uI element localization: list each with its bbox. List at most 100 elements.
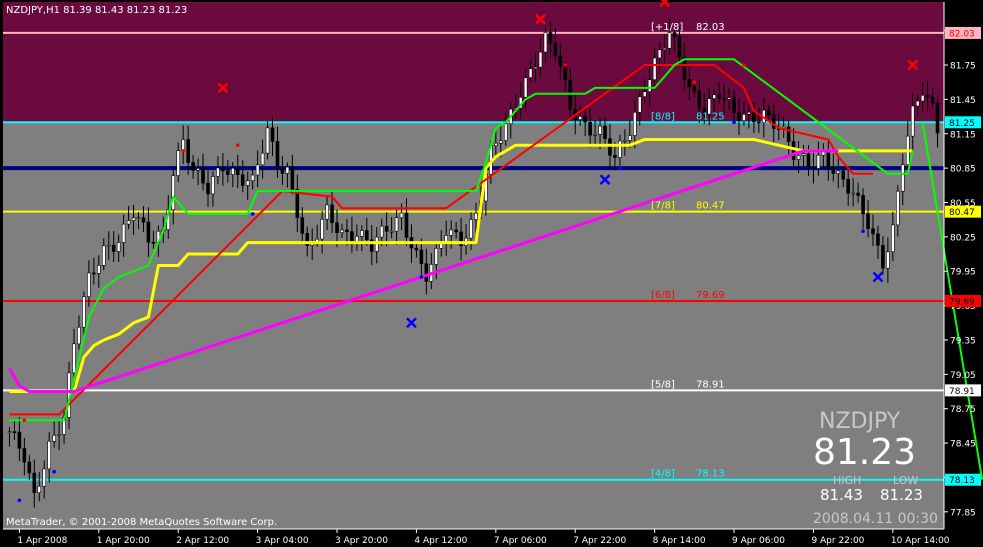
candle-body xyxy=(414,247,419,251)
candle-body xyxy=(37,485,42,494)
blue-dot xyxy=(52,469,56,474)
candle-body xyxy=(503,123,508,141)
candle-body xyxy=(151,241,156,244)
candle-body xyxy=(851,192,855,195)
candle-body xyxy=(345,229,349,232)
candle-body xyxy=(196,168,200,171)
candle-body xyxy=(752,111,756,123)
candle-body xyxy=(563,65,568,81)
candle-body xyxy=(657,49,662,59)
candle-body xyxy=(77,326,81,345)
candle-body xyxy=(131,217,136,221)
candle-body xyxy=(226,170,230,175)
candle-body xyxy=(17,431,22,449)
time-tick-label: 10 Apr 14:00 xyxy=(891,536,950,546)
price-tick-label: 80.85 xyxy=(950,165,976,175)
candle-body xyxy=(548,32,553,44)
candle-body xyxy=(126,220,131,225)
price-axis-badge-label: 78.13 xyxy=(949,476,975,486)
candle-body xyxy=(32,472,37,494)
candle-body xyxy=(523,77,528,98)
candle-body xyxy=(593,134,597,136)
info-last-price: 81.23 xyxy=(813,432,916,473)
candle-body xyxy=(419,249,424,264)
price-axis-badge-label: 82.03 xyxy=(949,29,975,39)
time-tick-label: 7 Apr 06:00 xyxy=(494,536,547,546)
candle-body xyxy=(231,167,235,175)
candle-body xyxy=(42,468,47,487)
murrey-level-value: 80.47 xyxy=(696,201,725,212)
murrey-level-value: 81.25 xyxy=(696,111,725,122)
candle-body xyxy=(384,225,389,232)
red-dot xyxy=(742,63,746,67)
candle-body xyxy=(910,105,915,137)
candle-body xyxy=(727,97,731,100)
candle-body xyxy=(141,217,146,223)
candle-body xyxy=(588,121,592,136)
candle-body xyxy=(389,230,394,233)
murrey-level-label: [6/8] xyxy=(651,290,675,301)
price-tick-label: 77.85 xyxy=(950,508,976,518)
candle-body xyxy=(201,168,205,184)
candle-body xyxy=(672,32,677,37)
info-low-value: 81.23 xyxy=(880,486,923,504)
candle-body xyxy=(915,100,920,107)
murrey-level-value: 78.91 xyxy=(696,379,725,390)
price-tick-label: 79.35 xyxy=(950,336,976,346)
murrey-level-value: 82.03 xyxy=(696,22,725,33)
price-chart[interactable]: [+1/8] 82.03 [8/8] 81.25 [7/8] 80.47 [6/8] 79.6… xyxy=(0,0,983,547)
candle-body xyxy=(533,66,538,70)
time-tick-label: 7 Apr 22:00 xyxy=(573,536,626,546)
price-axis-badge-label: 80.47 xyxy=(949,208,975,218)
candle-body xyxy=(379,225,384,238)
candle-body xyxy=(737,112,741,121)
candle-body xyxy=(216,167,220,177)
candle-body xyxy=(57,434,61,436)
candle-body xyxy=(221,167,225,172)
candle-body xyxy=(608,138,612,156)
candle-body xyxy=(578,116,582,120)
candle-body xyxy=(886,251,890,269)
candle-body xyxy=(434,248,439,265)
candle-body xyxy=(285,166,290,174)
candle-body xyxy=(498,140,503,144)
candle-body xyxy=(270,127,275,142)
chart-title: NZDJPY,H1 81.39 81.43 81.23 81.23 xyxy=(6,5,187,16)
candle-body xyxy=(240,174,245,186)
candle-body xyxy=(191,162,195,171)
candle-body xyxy=(146,221,151,243)
candle-body xyxy=(757,121,761,124)
candle-body xyxy=(667,32,672,49)
candle-body xyxy=(816,154,821,169)
info-datetime: 2008.04.11 00:30 xyxy=(813,511,938,527)
candle-body xyxy=(290,166,295,190)
red-dot xyxy=(563,63,568,67)
candle-body xyxy=(623,140,627,142)
red-dot xyxy=(181,149,185,153)
chart-window[interactable]: [+1/8] 82.03 [8/8] 81.25 [7/8] 80.47 [6/8] 79.6… xyxy=(0,0,983,547)
candle-body xyxy=(831,167,836,174)
candle-body xyxy=(280,168,285,174)
candle-body xyxy=(935,102,940,134)
red-dot xyxy=(235,143,240,148)
candle-body xyxy=(116,242,121,252)
candle-body xyxy=(320,218,324,240)
candle-body xyxy=(355,235,359,242)
candle-body xyxy=(325,204,329,220)
candle-body xyxy=(47,440,51,470)
murrey-level-value: 78.13 xyxy=(696,469,725,480)
candle-body xyxy=(72,343,76,374)
candle-body xyxy=(449,229,453,236)
upper-zone xyxy=(3,2,944,123)
candle-body xyxy=(538,51,543,68)
murrey-level-label: [4/8] xyxy=(651,469,675,480)
time-tick-label: 1 Apr 2008 xyxy=(17,536,67,546)
candle-body xyxy=(260,152,265,166)
candle-body xyxy=(206,182,210,195)
blue-dot xyxy=(618,166,622,170)
candle-body xyxy=(826,149,831,169)
candle-body xyxy=(712,94,716,99)
candle-body xyxy=(374,236,379,252)
candle-body xyxy=(494,142,498,146)
price-axis-badge-label: 81.25 xyxy=(949,119,975,129)
